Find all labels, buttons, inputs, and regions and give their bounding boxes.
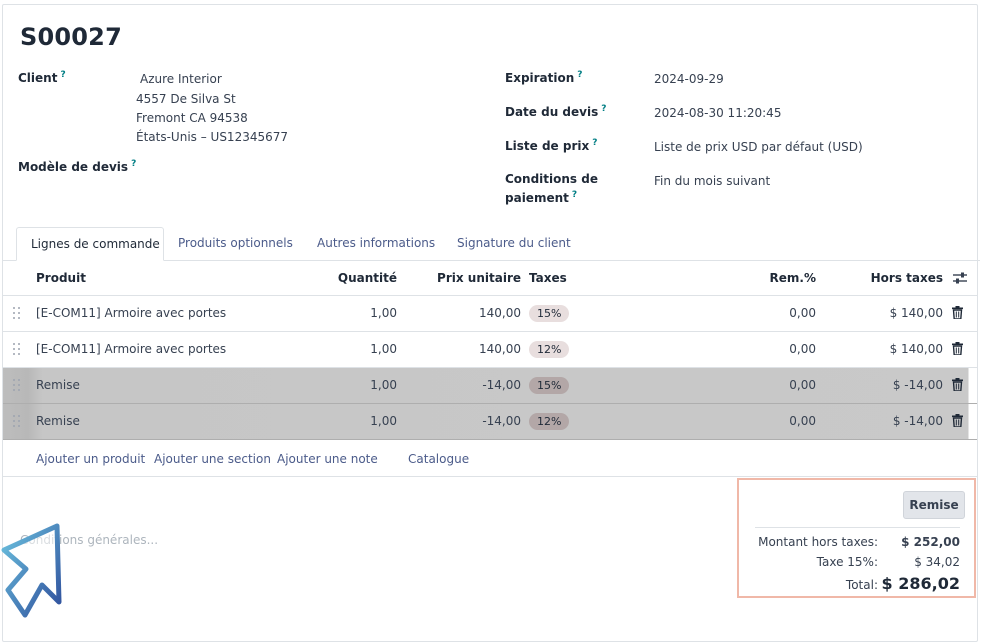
- add-note-link[interactable]: Ajouter une note: [277, 452, 378, 466]
- row-product[interactable]: Remise: [36, 414, 80, 428]
- column-discount[interactable]: Rem.%: [770, 271, 816, 285]
- quote-date-label-text: Date du devis: [505, 105, 599, 119]
- add-section-link[interactable]: Ajouter une section: [154, 452, 271, 466]
- column-unit-price[interactable]: Prix unitaire: [437, 271, 521, 285]
- help-icon[interactable]: ?: [592, 138, 597, 148]
- tax-badge[interactable]: 12%: [529, 341, 570, 358]
- customer-country-vat: États-Unis – US12345677: [136, 130, 289, 144]
- drag-handle-icon[interactable]: [13, 307, 21, 319]
- cursor-arrow-icon: [1, 523, 62, 618]
- row-quantity[interactable]: 1,00: [370, 378, 397, 392]
- column-product[interactable]: Produit: [36, 271, 86, 285]
- row-discount[interactable]: 0,00: [789, 306, 816, 320]
- order-lines-header: Produit Quantité Prix unitaire Taxes Rem…: [3, 261, 977, 296]
- row-subtotal: $ -14,00: [892, 378, 943, 392]
- totals-divider: [755, 527, 960, 528]
- row-subtotal: $ -14,00: [892, 414, 943, 428]
- column-subtotal[interactable]: Hors taxes: [871, 271, 943, 285]
- row-discount[interactable]: 0,00: [789, 414, 816, 428]
- tab-other-info[interactable]: Autres informations: [303, 227, 449, 261]
- tax-badge[interactable]: 15%: [529, 305, 570, 322]
- drag-handle-icon[interactable]: [13, 379, 21, 391]
- pricelist[interactable]: Liste de prix USD par défaut (USD): [654, 140, 863, 154]
- tax-badge[interactable]: 12%: [529, 413, 570, 430]
- trash-icon[interactable]: [952, 306, 963, 319]
- tax-label: Taxe 15%:: [816, 555, 878, 569]
- add-product-link[interactable]: Ajouter un produit: [36, 452, 145, 466]
- pricelist-label-text: Liste de prix: [505, 139, 590, 153]
- row-subtotal: $ 140,00: [889, 342, 943, 356]
- untaxed-amount-label: Montant hors taxes:: [758, 535, 878, 549]
- tax-value: $ 34,02: [914, 555, 960, 569]
- tax-badge[interactable]: 15%: [529, 377, 570, 394]
- drag-handle-icon[interactable]: [13, 343, 21, 355]
- row-quantity[interactable]: 1,00: [370, 306, 397, 320]
- total-label: Total:: [845, 578, 878, 592]
- expiration-date[interactable]: 2024-09-29: [654, 72, 724, 86]
- row-quantity[interactable]: 1,00: [370, 414, 397, 428]
- expiration-label-text: Expiration: [505, 71, 575, 85]
- customer-name[interactable]: Azure Interior: [140, 72, 222, 86]
- payment-terms-label-text: paiement: [505, 191, 569, 205]
- column-quantity[interactable]: Quantité: [338, 271, 397, 285]
- customer-label: Client?: [18, 70, 66, 85]
- payment-terms[interactable]: Fin du mois suivant: [654, 174, 770, 188]
- help-icon[interactable]: ?: [60, 70, 65, 80]
- total-value: $ 286,02: [881, 574, 960, 593]
- template-label: Modèle de devis?: [18, 159, 136, 174]
- help-icon[interactable]: ?: [131, 159, 136, 169]
- table-row[interactable]: Remise 1,00 -14,00 15% 0,00 $ -14,00: [3, 368, 977, 404]
- order-number-title: S00027: [20, 23, 122, 51]
- catalog-link[interactable]: Catalogue: [408, 452, 469, 466]
- quote-date[interactable]: 2024-08-30 11:20:45: [654, 106, 781, 120]
- lines-divider: [3, 476, 977, 477]
- tab-optional-products[interactable]: Produits optionnels: [164, 227, 307, 261]
- trash-icon[interactable]: [952, 342, 963, 355]
- row-product[interactable]: Remise: [36, 378, 80, 392]
- quote-date-label: Date du devis?: [505, 104, 606, 119]
- discount-button[interactable]: Remise: [903, 491, 965, 519]
- payment-terms-label: paiement?: [505, 190, 577, 205]
- table-row[interactable]: [E-COM11] Armoire avec portes 1,00 140,0…: [3, 296, 977, 332]
- template-label-text: Modèle de devis: [18, 160, 129, 174]
- payment-terms-label-line1: Conditions de: [505, 172, 598, 186]
- pricelist-label: Liste de prix?: [505, 138, 597, 153]
- customer-label-text: Client: [18, 71, 58, 85]
- trash-icon[interactable]: [952, 414, 963, 427]
- row-unit-price[interactable]: -14,00: [482, 378, 521, 392]
- totals-panel: Remise Montant hors taxes: $ 252,00 Taxe…: [737, 478, 976, 598]
- help-icon[interactable]: ?: [577, 70, 582, 80]
- customer-street: 4557 De Silva St: [136, 92, 236, 106]
- sliders-icon[interactable]: [953, 272, 967, 284]
- row-unit-price[interactable]: 140,00: [479, 306, 521, 320]
- column-taxes[interactable]: Taxes: [529, 271, 567, 285]
- row-unit-price[interactable]: 140,00: [479, 342, 521, 356]
- table-row[interactable]: Remise 1,00 -14,00 12% 0,00 $ -14,00: [3, 404, 977, 440]
- tab-customer-signature[interactable]: Signature du client: [443, 227, 585, 261]
- customer-city: Fremont CA 94538: [136, 111, 248, 125]
- help-icon[interactable]: ?: [601, 104, 606, 114]
- help-icon[interactable]: ?: [572, 190, 577, 200]
- row-unit-price[interactable]: -14,00: [482, 414, 521, 428]
- row-quantity[interactable]: 1,00: [370, 342, 397, 356]
- drag-handle-icon[interactable]: [13, 415, 21, 427]
- row-discount[interactable]: 0,00: [789, 342, 816, 356]
- tab-order-lines[interactable]: Lignes de commande: [16, 227, 164, 261]
- trash-icon[interactable]: [952, 378, 963, 391]
- table-row[interactable]: [E-COM11] Armoire avec portes 1,00 140,0…: [3, 332, 977, 368]
- row-discount[interactable]: 0,00: [789, 378, 816, 392]
- row-product[interactable]: [E-COM11] Armoire avec portes: [36, 306, 226, 320]
- row-subtotal: $ 140,00: [889, 306, 943, 320]
- untaxed-amount-value: $ 252,00: [901, 535, 960, 549]
- expiration-label: Expiration?: [505, 70, 583, 85]
- row-product[interactable]: [E-COM11] Armoire avec portes: [36, 342, 226, 356]
